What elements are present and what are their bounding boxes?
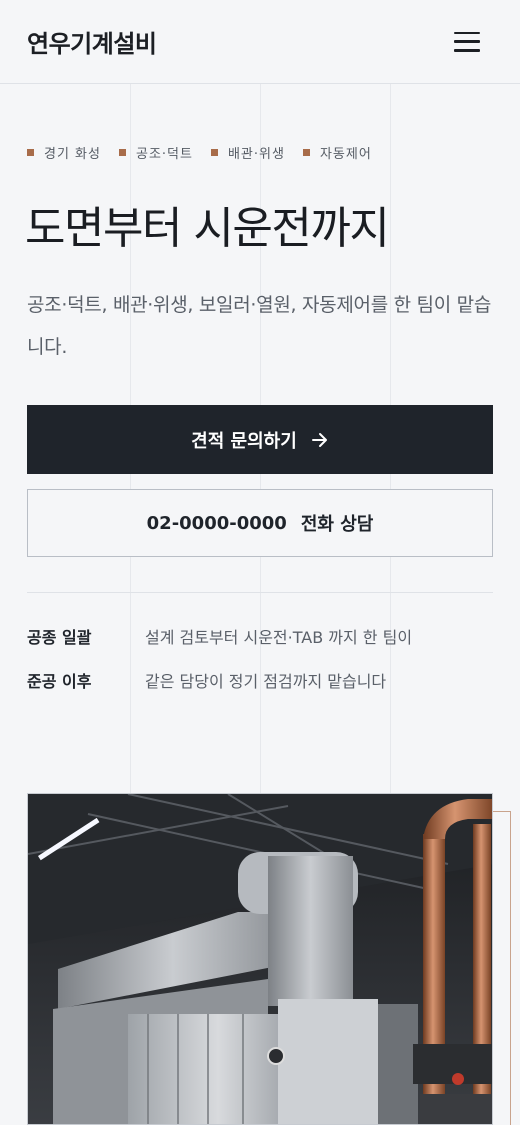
service-tag: 경기 화성 [27, 143, 101, 162]
service-tag: 배관·위생 [210, 143, 285, 162]
service-tag-label: 경기 화성 [44, 147, 101, 162]
service-tag: 자동제어 [302, 143, 372, 162]
service-tags: 경기 화성 공조·덕트 배관·위생 자동제어 [27, 143, 372, 162]
photo-accent-frame [493, 811, 511, 1125]
info-key: 준공 이후 [27, 672, 92, 691]
brand-logo[interactable]: 연우기계설비 [27, 24, 157, 59]
info-key: 공종 일괄 [27, 628, 92, 647]
hamburger-menu-icon[interactable] [454, 31, 480, 52]
arrow-right-icon [311, 432, 327, 447]
service-tag-label: 공조·덕트 [135, 147, 193, 162]
hvac-plant-room-image [28, 794, 492, 1124]
service-tag-label: 자동제어 [319, 147, 372, 162]
info-value: 같은 담당이 정기 점검까지 맡습니다 [145, 672, 387, 691]
hero-title: 도면부터 시운전까지 [25, 203, 390, 254]
quote-inquiry-button[interactable]: 견적 문의하기 [27, 405, 493, 474]
phone-consult-button[interactable]: 02-0000-0000 전화 상담 [27, 489, 493, 557]
service-tag-label: 배관·위생 [227, 147, 285, 162]
site-header: 연우기계설비 [0, 0, 520, 84]
info-value: 설계 검토부터 시운전·TAB 까지 한 팀이 [145, 628, 413, 647]
service-tag: 공조·덕트 [118, 143, 193, 162]
hvac-equipment-photo [27, 793, 493, 1125]
hero-description: 공조·덕트, 배관·위생, 보일러·열원, 자동제어를 한 팀이 맡습니다. [27, 294, 492, 358]
square-bullet-icon [210, 149, 218, 156]
square-bullet-icon [302, 149, 310, 156]
section-divider [27, 592, 493, 593]
phone-consult-label: 전화 상담 [300, 514, 374, 535]
square-bullet-icon [118, 149, 126, 156]
square-bullet-icon [27, 149, 34, 156]
info-row: 준공 이후 같은 담당이 정기 점검까지 맡습니다 [27, 668, 493, 692]
info-row: 공종 일괄 설계 검토부터 시운전·TAB 까지 한 팀이 [27, 624, 493, 648]
quote-inquiry-label: 견적 문의하기 [191, 430, 297, 452]
phone-number: 02-0000-0000 [146, 512, 287, 534]
